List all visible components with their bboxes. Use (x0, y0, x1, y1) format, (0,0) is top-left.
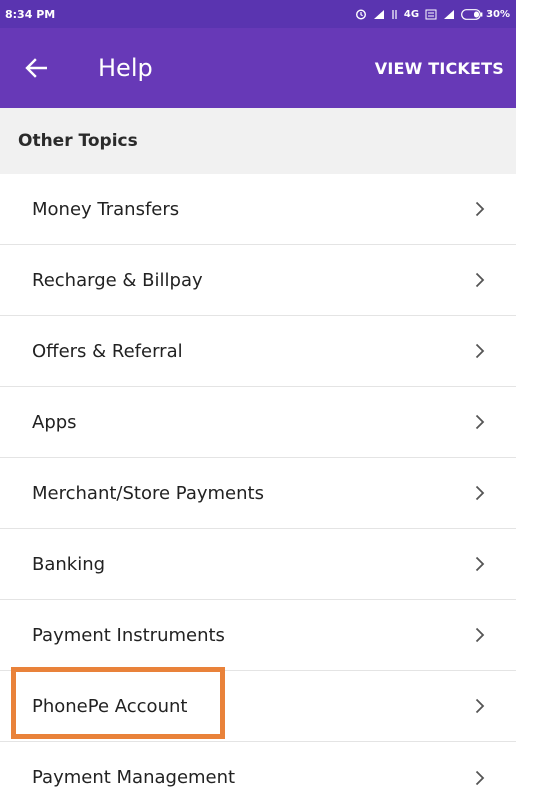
chevron-right-icon (474, 342, 486, 360)
list-item-label: Payment Instruments (32, 624, 225, 646)
app-bar: Help VIEW TICKETS (0, 28, 516, 108)
status-bar: 8:34 PM 4G 30% (0, 0, 516, 28)
signal-icon (373, 9, 385, 20)
chevron-right-icon (474, 200, 486, 218)
list-item-phonepe-account[interactable]: PhonePe Account (0, 671, 516, 742)
view-tickets-button[interactable]: VIEW TICKETS (375, 59, 504, 78)
list-item-banking[interactable]: Banking (0, 529, 516, 600)
list-item-recharge-billpay[interactable]: Recharge & Billpay (0, 245, 516, 316)
data-arrows-icon (391, 9, 398, 20)
list-item-payment-management[interactable]: Payment Management (0, 742, 516, 804)
list-item-apps[interactable]: Apps (0, 387, 516, 458)
network-type: 4G (403, 8, 420, 20)
list-item-money-transfers[interactable]: Money Transfers (0, 174, 516, 245)
chevron-right-icon (474, 413, 486, 431)
list-item-label: Money Transfers (32, 198, 180, 220)
topics-list: Money Transfers Recharge & Billpay Offer… (0, 174, 516, 804)
help-screen: 8:34 PM 4G 30% Help VIEW TICKETS Other T… (0, 0, 516, 804)
battery-percent: 30% (486, 8, 510, 20)
arrow-left-icon[interactable] (22, 54, 50, 82)
alarm-icon (355, 8, 367, 20)
list-item-label: Banking (32, 553, 106, 575)
list-item-label: Offers & Referral (32, 340, 183, 362)
chevron-right-icon (474, 769, 486, 787)
status-time: 8:34 PM (5, 7, 56, 21)
page-title: Help (98, 54, 153, 82)
battery-icon (461, 8, 483, 20)
list-item-merchant-store-payments[interactable]: Merchant/Store Payments (0, 458, 516, 529)
list-item-label: Merchant/Store Payments (32, 482, 264, 504)
battery-indicator: 30% (461, 9, 510, 20)
chevron-right-icon (474, 271, 486, 289)
list-item-label: Recharge & Billpay (32, 269, 203, 291)
lte-icon (425, 9, 437, 20)
list-item-payment-instruments[interactable]: Payment Instruments (0, 600, 516, 671)
chevron-right-icon (474, 555, 486, 573)
list-item-offers-referral[interactable]: Offers & Referral (0, 316, 516, 387)
list-item-label: Payment Management (32, 767, 236, 788)
chevron-right-icon (474, 626, 486, 644)
section-header: Other Topics (0, 108, 516, 174)
list-item-label: PhonePe Account (32, 695, 188, 717)
chevron-right-icon (474, 697, 486, 715)
list-item-label: Apps (32, 411, 77, 433)
chevron-right-icon (474, 484, 486, 502)
status-icons: 4G 30% (355, 8, 510, 20)
signal-icon (443, 9, 455, 20)
